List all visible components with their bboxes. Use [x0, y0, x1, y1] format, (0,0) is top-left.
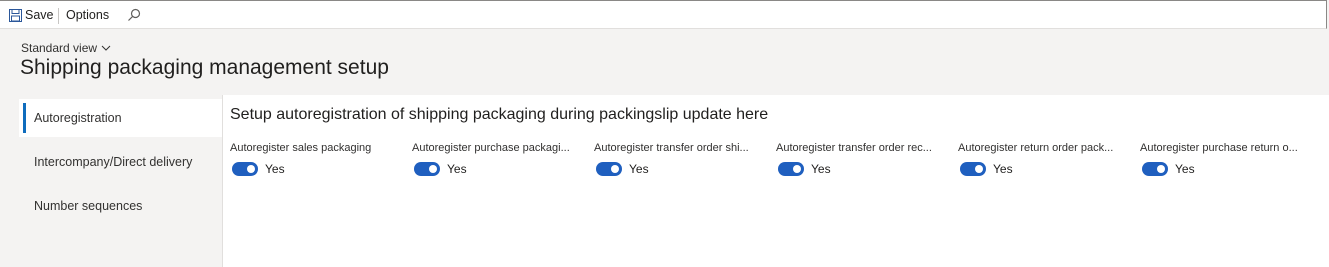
toggle-value: Yes [993, 162, 1013, 176]
toggle-switch[interactable] [1142, 162, 1168, 176]
toggle-switch[interactable] [232, 162, 258, 176]
options-label: Options [66, 8, 110, 22]
tab-content-panel: Setup autoregistration of shipping packa… [223, 95, 1329, 267]
toggle-value: Yes [447, 162, 467, 176]
field-label: Autoregister purchase packagi... [412, 142, 570, 154]
tab-label: Autoregistration [34, 111, 122, 125]
tab-autoregistration[interactable]: Autoregistration [19, 99, 222, 137]
tab-number-sequences[interactable]: Number sequences [19, 187, 222, 225]
toggle-value: Yes [1175, 162, 1195, 176]
options-button[interactable]: Options [66, 1, 109, 29]
toggle-value: Yes [811, 162, 831, 176]
save-button[interactable]: Save [9, 1, 54, 29]
toggle-switch[interactable] [960, 162, 986, 176]
toggle-value: Yes [265, 162, 285, 176]
view-selector[interactable]: Standard view [21, 41, 111, 55]
field-autoregister-purchase-return-order: Autoregister purchase return o... Yes [1140, 141, 1312, 176]
tab-label: Number sequences [34, 199, 143, 213]
toolbar-divider [58, 8, 59, 24]
field-autoregister-sales-packaging: Autoregister sales packaging Yes [230, 141, 402, 176]
view-selector-label: Standard view [21, 41, 98, 55]
action-pane: Save Options [0, 0, 1327, 29]
field-label: Autoregister purchase return o... [1140, 142, 1298, 154]
field-autoregister-transfer-order-shipment: Autoregister transfer order shi... Yes [594, 141, 766, 176]
tab-label: Intercompany/Direct delivery [34, 155, 193, 169]
toggle-switch[interactable] [414, 162, 440, 176]
tab-intercompany-direct-delivery[interactable]: Intercompany/Direct delivery [19, 143, 222, 181]
field-label: Autoregister transfer order shi... [594, 142, 749, 154]
field-autoregister-purchase-packaging: Autoregister purchase packagi... Yes [412, 141, 584, 176]
field-label: Autoregister return order pack... [958, 142, 1114, 154]
field-autoregister-return-order-packaging: Autoregister return order pack... Yes [958, 141, 1130, 176]
vertical-tab-list: Autoregistration Intercompany/Direct del… [19, 95, 223, 267]
field-label: Autoregister transfer order rec... [776, 142, 932, 154]
field-label: Autoregister sales packaging [230, 142, 372, 154]
chevron-down-icon [101, 45, 111, 51]
page-title: Shipping packaging management setup [20, 56, 389, 79]
field-autoregister-transfer-order-receipt: Autoregister transfer order rec... Yes [776, 141, 948, 176]
section-title: Setup autoregistration of shipping packa… [230, 106, 769, 123]
search-icon [128, 8, 141, 21]
save-icon [9, 8, 22, 22]
toggle-switch[interactable] [596, 162, 622, 176]
toggle-switch[interactable] [778, 162, 804, 176]
toggle-value: Yes [629, 162, 649, 176]
search-button[interactable] [127, 7, 141, 23]
save-label: Save [25, 8, 54, 22]
